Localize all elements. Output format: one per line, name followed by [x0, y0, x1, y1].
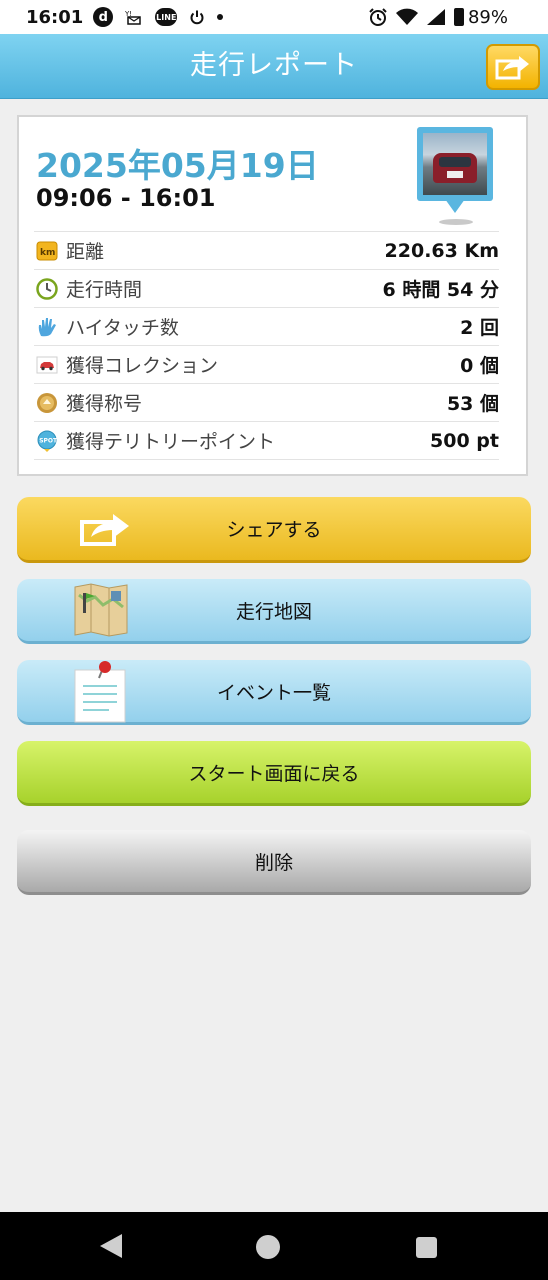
- system-nav-bar: [0, 1212, 548, 1280]
- car-photo: [423, 133, 487, 195]
- car-image: [433, 153, 477, 183]
- share-arrow-icon: [495, 56, 529, 80]
- stat-label: 獲得称号: [66, 393, 143, 415]
- battery-status: 89%: [453, 6, 508, 28]
- stat-value: 6 時間 54 分: [382, 279, 499, 301]
- svg-text:km: km: [40, 248, 55, 258]
- power-icon: [189, 9, 205, 25]
- header-share-button[interactable]: [486, 44, 540, 90]
- home-icon[interactable]: [256, 1235, 280, 1259]
- share-arrow-icon: [80, 514, 129, 546]
- notification-icons: d Y! LINE: [93, 7, 224, 27]
- system-icons: 89%: [368, 7, 508, 28]
- wifi-icon: [395, 8, 418, 26]
- map-icon: [74, 583, 128, 637]
- page-title: 走行レポート: [190, 50, 358, 81]
- drive-map-button-label: 走行地図: [235, 600, 312, 623]
- report-date: 2025年05月19日: [36, 146, 319, 185]
- stat-row-territory-points: SPOT 獲得テリトリーポイント 500 pt: [34, 421, 499, 460]
- stat-value: 500 pt: [430, 429, 499, 452]
- share-button[interactable]: シェアする: [17, 497, 531, 563]
- stat-value: 220.63 Km: [384, 239, 499, 262]
- back-icon[interactable]: [100, 1234, 122, 1258]
- signal-icon: [426, 8, 446, 26]
- app-header: 走行レポート: [0, 34, 548, 99]
- stat-label: 獲得コレクション: [66, 355, 219, 377]
- event-list-button-label: イベント一覧: [216, 681, 331, 704]
- dot-icon: [217, 14, 224, 20]
- car-photo-frame: [417, 127, 493, 201]
- delete-button[interactable]: 削除: [17, 830, 531, 895]
- report-time-range: 09:06 - 16:01: [36, 184, 216, 212]
- drive-map-button[interactable]: 走行地図: [17, 579, 531, 644]
- car-collection-icon: [36, 354, 58, 376]
- km-icon: km: [36, 240, 58, 262]
- report-card: 2025年05月19日 09:06 - 16:01 km 距離 220.63 K…: [17, 115, 528, 476]
- pin-tip: [445, 199, 465, 213]
- line-icon: LINE: [155, 8, 178, 26]
- recent-apps-icon[interactable]: [416, 1237, 437, 1258]
- pin-shadow: [439, 219, 473, 225]
- ymobile-mail-icon: Y!: [125, 9, 143, 25]
- docomo-d-icon: d: [93, 7, 114, 27]
- stat-row-high-five: ハイタッチ数 2 回: [34, 307, 499, 345]
- stats-list: km 距離 220.63 Km 走行時間 6 時間 54 分 ハイタッチ数 2 …: [34, 231, 499, 460]
- stat-row-drive-time: 走行時間 6 時間 54 分: [34, 269, 499, 307]
- alarm-icon: [368, 7, 388, 27]
- memo-pin-icon: [74, 661, 126, 723]
- clock-icon: [36, 277, 58, 300]
- status-time: 16:01: [26, 6, 84, 28]
- back-to-start-button[interactable]: スタート画面に戻る: [17, 741, 531, 806]
- battery-level: 89%: [467, 6, 508, 28]
- stat-row-titles: 獲得称号 53 個: [34, 383, 499, 421]
- back-to-start-button-label: スタート画面に戻る: [188, 762, 360, 785]
- stat-value: 0 個: [460, 355, 499, 377]
- svg-text:SPOT: SPOT: [39, 437, 58, 444]
- battery-icon: [453, 8, 464, 26]
- stat-label: 走行時間: [66, 279, 143, 301]
- stat-value: 53 個: [446, 393, 499, 415]
- stat-row-distance: km 距離 220.63 Km: [34, 231, 499, 269]
- stat-row-collection: 獲得コレクション 0 個: [34, 345, 499, 383]
- event-list-button[interactable]: イベント一覧: [17, 660, 531, 725]
- high-five-icon: [36, 316, 58, 338]
- delete-button-label: 削除: [254, 851, 293, 874]
- spot-icon: SPOT: [36, 430, 58, 452]
- car-photo-pin[interactable]: [417, 127, 497, 227]
- share-button-label: シェアする: [226, 519, 322, 541]
- stat-label: 獲得テリトリーポイント: [66, 431, 276, 453]
- stat-label: ハイタッチ数: [66, 317, 179, 339]
- stat-value: 2 回: [460, 317, 499, 339]
- medal-icon: [36, 392, 58, 414]
- stat-label: 距離: [66, 241, 105, 263]
- status-bar: 16:01 d Y! LINE 89%: [0, 0, 548, 34]
